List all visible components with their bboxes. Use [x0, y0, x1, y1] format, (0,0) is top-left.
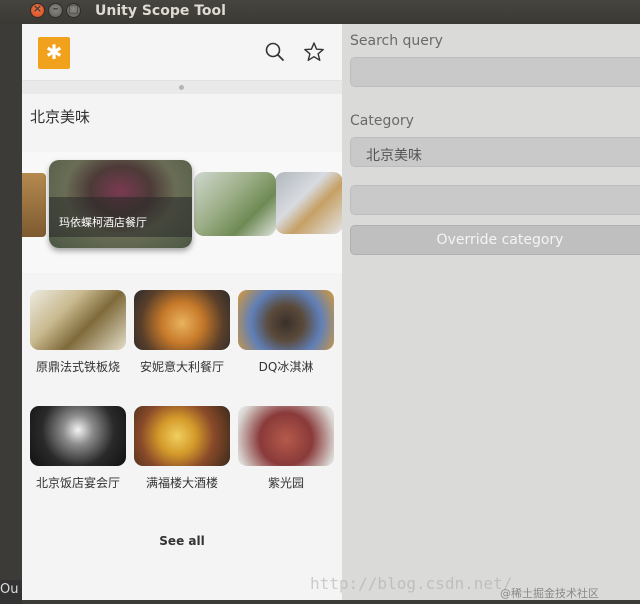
- app-window: ✱ 北京美味 玛依蝶柯酒店餐厅 原鼎法式铁板烧 安妮意大利餐厅 DQ冰淇淋 北京…: [22, 24, 640, 600]
- person-icon: ✱: [45, 40, 63, 64]
- maximize-window-button[interactable]: □: [66, 2, 81, 18]
- grid-item-name: 北京饭店宴会厅: [35, 476, 120, 490]
- maximize-icon: □: [68, 2, 79, 15]
- search-icon[interactable]: [264, 41, 286, 63]
- carousel[interactable]: 玛依蝶柯酒店餐厅: [22, 152, 342, 273]
- see-all-button[interactable]: See all: [22, 534, 342, 548]
- scope-logo[interactable]: ✱: [38, 37, 70, 69]
- drag-handle[interactable]: [22, 81, 342, 94]
- carousel-item-left[interactable]: [22, 173, 46, 237]
- carousel-item-right-2[interactable]: [275, 172, 342, 234]
- grid-item[interactable]: 满福楼大酒楼: [134, 406, 230, 491]
- category-label: Category: [350, 113, 414, 129]
- grid-item-name: 紫光园: [267, 476, 304, 490]
- grid-item-name: 原鼎法式铁板烧: [35, 360, 120, 374]
- grid-item[interactable]: 北京饭店宴会厅: [30, 406, 126, 491]
- grid-thumbnail: [30, 290, 126, 350]
- search-query-input[interactable]: [350, 57, 640, 87]
- minimize-window-button[interactable]: –: [48, 2, 63, 18]
- search-query-label: Search query: [350, 33, 443, 49]
- grid-item[interactable]: 紫光园: [238, 406, 334, 491]
- star-icon[interactable]: [303, 41, 325, 63]
- window-title: Unity Scope Tool: [95, 3, 226, 19]
- grid-item[interactable]: DQ冰淇淋: [238, 290, 334, 375]
- carousel-item-featured[interactable]: 玛依蝶柯酒店餐厅: [49, 160, 192, 248]
- grid-thumbnail: [30, 406, 126, 466]
- grid-thumbnail: [134, 406, 230, 466]
- category-value: 北京美味: [366, 148, 422, 164]
- grid-item[interactable]: 原鼎法式铁板烧: [30, 290, 126, 375]
- watermark: http://blog.csdn.net/: [310, 574, 513, 593]
- taskbar-label: Ou: [0, 580, 22, 604]
- override-category-button[interactable]: Override category: [350, 225, 640, 255]
- minimize-icon: –: [52, 2, 59, 15]
- category-title: 北京美味: [30, 108, 91, 126]
- watermark-credit: @稀土掘金技术社区: [500, 587, 599, 600]
- window-titlebar: × – □ Unity Scope Tool: [0, 0, 640, 24]
- carousel-item-right-1[interactable]: [194, 172, 276, 236]
- grid-thumbnail: [238, 406, 334, 466]
- scope-preview: ✱ 北京美味 玛依蝶柯酒店餐厅 原鼎法式铁板烧 安妮意大利餐厅 DQ冰淇淋 北京…: [22, 24, 342, 600]
- category-input[interactable]: 北京美味: [350, 137, 640, 167]
- grid-thumbnail: [134, 290, 230, 350]
- close-icon: ×: [32, 2, 43, 15]
- grid-thumbnail: [238, 290, 334, 350]
- control-panel: Search query Category 北京美味 Override cate…: [342, 24, 640, 600]
- grid-item-name: 安妮意大利餐厅: [139, 360, 224, 374]
- scope-header: ✱: [22, 24, 342, 81]
- grid-item-name: DQ冰淇淋: [258, 360, 314, 374]
- grid-item-name: 满福楼大酒楼: [145, 476, 218, 490]
- carousel-featured-name: 玛依蝶柯酒店餐厅: [59, 216, 147, 229]
- extra-input[interactable]: [350, 185, 640, 215]
- close-window-button[interactable]: ×: [30, 2, 45, 18]
- grid-item[interactable]: 安妮意大利餐厅: [134, 290, 230, 375]
- drag-dot-icon: [179, 85, 184, 90]
